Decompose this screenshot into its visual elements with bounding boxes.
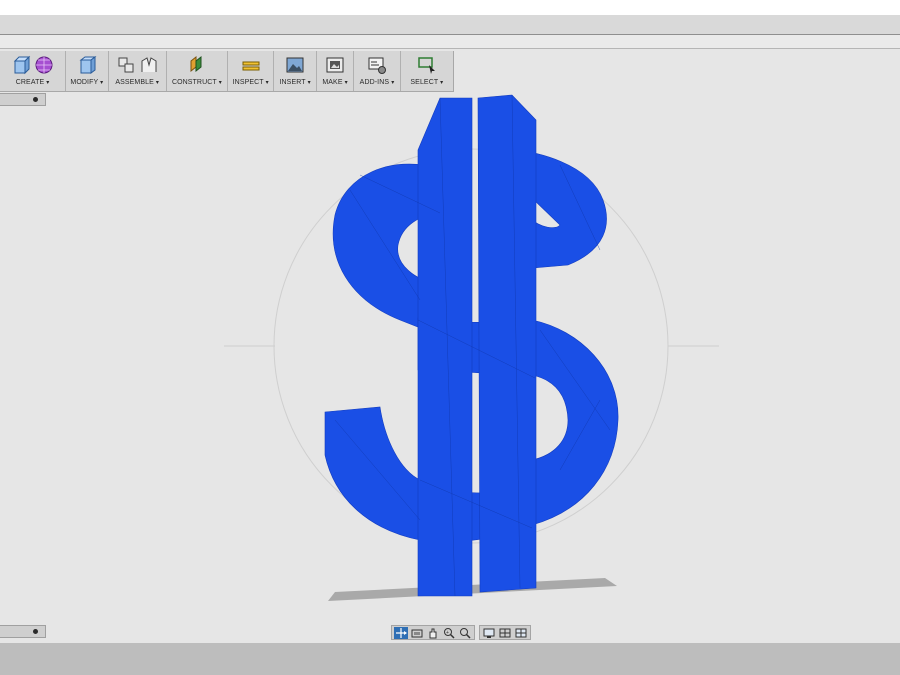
assemble-menu-label: ASSEMBLE (115, 79, 154, 86)
nav-tools-group: + (391, 625, 475, 640)
caret-icon: ▾ (218, 80, 222, 86)
extrude-box-icon[interactable] (11, 55, 31, 75)
select-window-icon[interactable] (417, 55, 437, 75)
select-menu-label: SELECT (410, 79, 439, 86)
look-at-icon[interactable] (410, 627, 424, 639)
add-ins-menu-label: ADD-INS (359, 79, 390, 86)
caret-icon: ▾ (100, 80, 104, 86)
measure-icon[interactable] (241, 55, 261, 75)
panel-pin-icon[interactable] (33, 629, 38, 634)
ground-shadow (328, 578, 617, 601)
caret-icon: ▾ (46, 80, 50, 86)
offset-plane-icon[interactable] (187, 55, 207, 75)
inspect-menu-label: INSPECT (232, 79, 264, 86)
caret-icon: ▾ (391, 80, 395, 86)
caret-icon: ▾ (307, 80, 311, 86)
viewports-icon[interactable] (514, 627, 528, 639)
svg-text:+: + (446, 630, 449, 636)
s-lower-right (531, 319, 619, 526)
construct-menu-label: CONSTRUCT (171, 79, 217, 86)
menu-bar (0, 35, 900, 49)
browser-panel-collapsed[interactable] (0, 93, 46, 106)
insert-menu-label: INSERT (279, 79, 306, 86)
joint-icon[interactable] (139, 55, 159, 75)
top-margin (0, 0, 900, 15)
navigation-bar: + (391, 625, 531, 640)
caret-icon: ▾ (155, 80, 160, 86)
toolbar-group-construct[interactable]: CONSTRUCT ▾ (167, 51, 228, 91)
title-bar (0, 15, 900, 35)
create-menu-label: CREATE (15, 79, 45, 86)
toolbar-group-inspect[interactable]: INSPECT ▾ (228, 51, 275, 91)
pan-icon[interactable] (426, 627, 440, 639)
toolbar-group-create[interactable]: CREATE ▾ (0, 51, 67, 91)
toolbar-group-make[interactable]: MAKE ▾ (317, 51, 355, 91)
main-toolbar: CREATE ▾ MODIFY ▾ ASSEMBLE ▾ CONSTRUCT ▾… (0, 51, 454, 92)
zoom-window-icon[interactable]: + (442, 627, 456, 639)
grid-settings-icon[interactable] (498, 627, 512, 639)
toolbar-group-add-ins[interactable]: ADD-INS ▾ (354, 51, 401, 91)
canvas-viewport[interactable] (0, 49, 900, 643)
scripts-addins-icon[interactable] (367, 55, 387, 75)
fit-zoom-icon[interactable] (458, 627, 472, 639)
display-settings-icon[interactable] (482, 627, 496, 639)
orbit-icon[interactable] (394, 626, 408, 639)
toolbar-group-select[interactable]: SELECT ▾ (401, 51, 453, 91)
press-pull-icon[interactable] (77, 55, 97, 75)
modify-menu-label: MODIFY (70, 79, 99, 86)
caret-icon: ▾ (344, 80, 348, 86)
toolbar-group-modify[interactable]: MODIFY ▾ (66, 51, 109, 91)
dollar-sign-model (324, 94, 619, 597)
left-stroke-bar (417, 97, 473, 597)
make-menu-label: MAKE (322, 79, 343, 86)
new-component-icon[interactable] (116, 55, 136, 75)
3d-print-icon[interactable] (325, 55, 345, 75)
comments-panel-collapsed[interactable] (0, 625, 46, 638)
caret-icon: ▾ (440, 80, 444, 86)
panel-pin-icon[interactable] (33, 97, 38, 102)
toolbar-group-assemble[interactable]: ASSEMBLE ▾ (109, 51, 167, 91)
model-view[interactable] (0, 49, 900, 643)
display-tools-group (479, 625, 531, 640)
sculpt-sphere-icon[interactable] (34, 55, 54, 75)
toolbar-group-insert[interactable]: INSERT ▾ (274, 51, 317, 91)
insert-image-icon[interactable] (285, 55, 305, 75)
caret-icon: ▾ (265, 80, 269, 86)
status-bar (0, 643, 900, 675)
s-lower-left (324, 406, 421, 541)
